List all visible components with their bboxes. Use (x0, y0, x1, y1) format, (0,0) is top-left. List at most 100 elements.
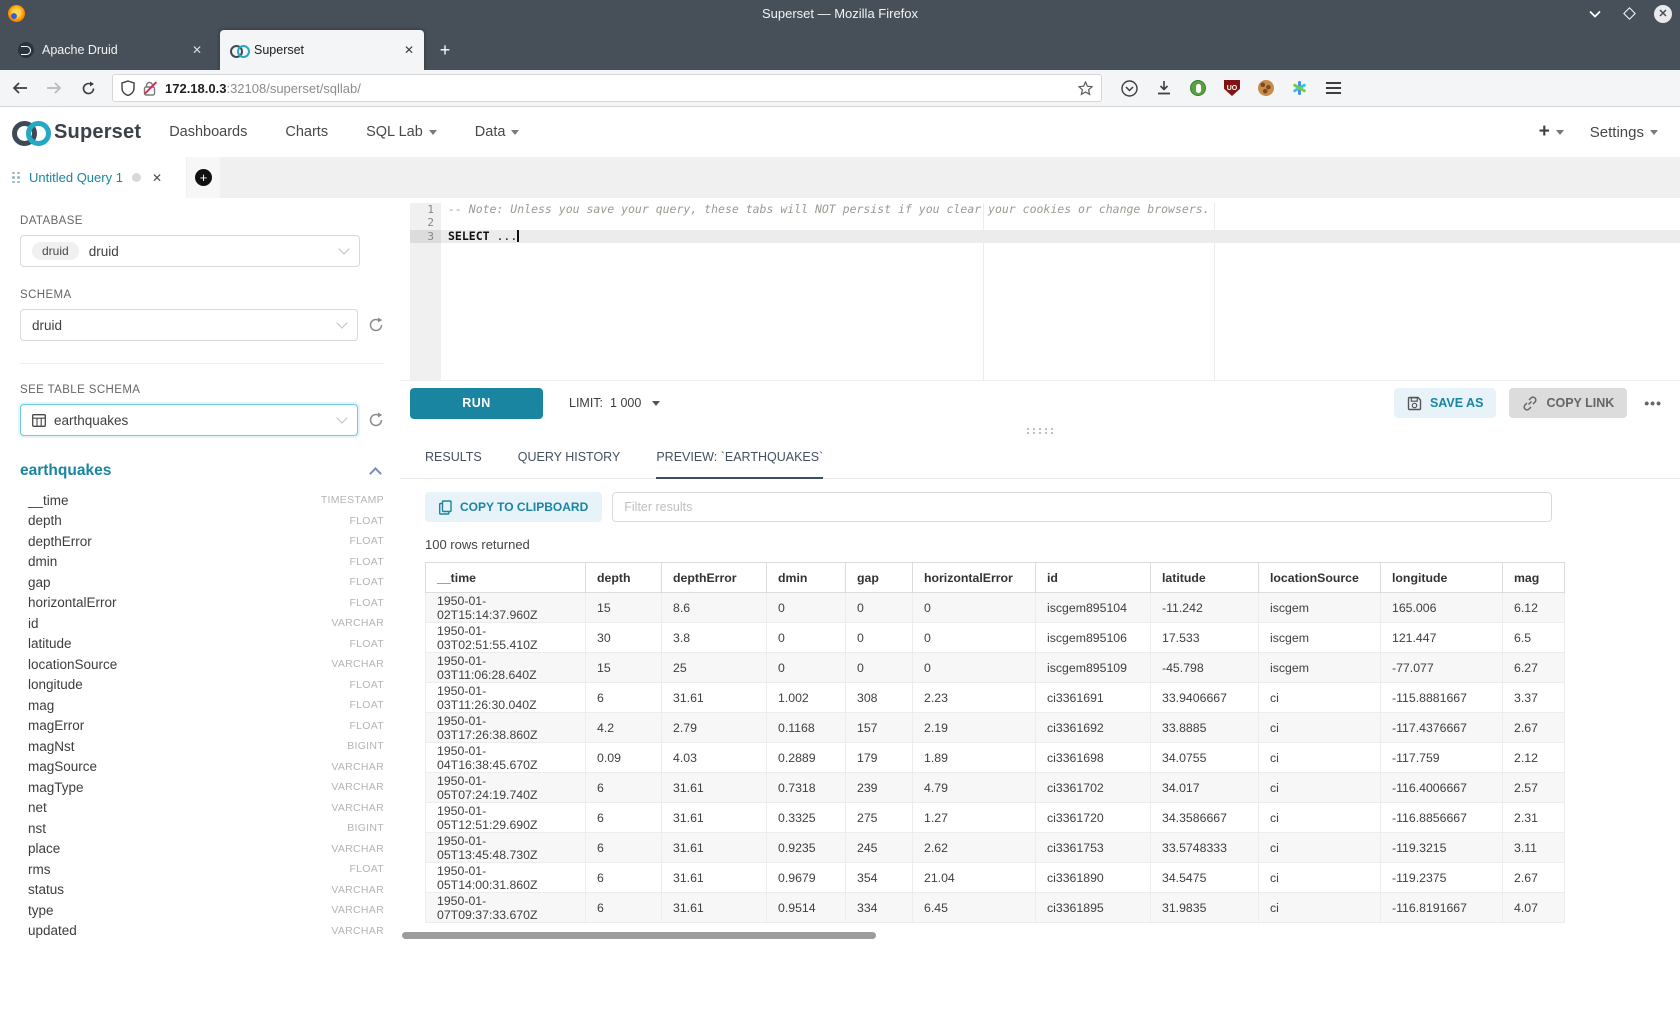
drag-handle-icon[interactable] (12, 172, 20, 184)
schema-column-row[interactable]: magSourceVARCHAR (20, 757, 384, 778)
privacy-badger-icon[interactable] (1190, 80, 1206, 96)
schema-column-row[interactable]: longitudeFLOAT (20, 675, 384, 696)
table-cell: ci (1259, 893, 1381, 923)
tab-close-icon[interactable]: ✕ (152, 171, 162, 185)
insecure-lock-icon[interactable] (143, 81, 157, 96)
column-header[interactable]: horizontalError (913, 563, 1036, 593)
schema-column-row[interactable]: placeVARCHAR (20, 839, 384, 860)
bookmark-star-icon[interactable] (1078, 81, 1093, 96)
column-header[interactable]: dmin (767, 563, 846, 593)
table-cell: -45.798 (1151, 653, 1259, 683)
column-header[interactable]: mag (1503, 563, 1565, 593)
column-header[interactable]: depthError (662, 563, 767, 593)
reload-icon[interactable] (74, 75, 102, 101)
browser-tab-apache-druid[interactable]: Apache Druid✕ (8, 30, 212, 70)
menu-icon[interactable] (1324, 79, 1342, 97)
new-button[interactable]: + (1539, 121, 1564, 143)
new-tab-icon[interactable]: + (430, 35, 460, 65)
schema-column-row[interactable]: netVARCHAR (20, 798, 384, 819)
table-cell: ci (1259, 833, 1381, 863)
nav-item-charts[interactable]: Charts (285, 124, 328, 140)
table-cell: 275 (846, 803, 913, 833)
column-header[interactable]: __time (426, 563, 586, 593)
copy-link-button[interactable]: COPY LINK (1509, 388, 1627, 418)
column-header[interactable]: locationSource (1259, 563, 1381, 593)
scrollbar-thumb[interactable] (402, 932, 876, 939)
table-cell: 2.12 (1503, 743, 1565, 773)
schema-column-row[interactable]: magTypeVARCHAR (20, 777, 384, 798)
nav-item-dashboards[interactable]: Dashboards (169, 124, 247, 140)
refresh-icon[interactable] (368, 412, 384, 428)
table-select[interactable]: earthquakes (20, 404, 358, 436)
download-icon[interactable] (1155, 79, 1173, 97)
table-cell: -116.8856667 (1381, 803, 1503, 833)
schema-column-row[interactable]: __timeTIMESTAMP (20, 490, 384, 511)
filter-results-input[interactable] (612, 492, 1552, 522)
column-header[interactable]: latitude (1151, 563, 1259, 593)
browser-tab-superset[interactable]: Superset✕ (220, 30, 424, 70)
url-bar[interactable]: 172.18.0.3:32108/superset/sqllab/ (112, 74, 1102, 102)
shield-icon[interactable] (121, 80, 135, 96)
column-header[interactable]: depth (586, 563, 662, 593)
tab-close-icon[interactable]: ✕ (404, 43, 414, 57)
collapse-chevron-icon[interactable] (369, 467, 382, 480)
run-button[interactable]: RUN (410, 388, 543, 419)
superset-brand[interactable]: Superset (10, 118, 141, 146)
horizontal-scrollbar[interactable] (400, 932, 1680, 939)
schema-column-row[interactable]: gapFLOAT (20, 572, 384, 593)
column-header[interactable]: longitude (1381, 563, 1503, 593)
schema-column-row[interactable]: rmsFLOAT (20, 859, 384, 880)
url-text: 172.18.0.3:32108/superset/sqllab/ (165, 81, 361, 96)
table-cell: 6.12 (1503, 593, 1565, 623)
editor-content[interactable]: -- Note: Unless you save your query, the… (441, 203, 1680, 380)
refresh-icon[interactable] (368, 317, 384, 333)
schema-column-row[interactable]: statusVARCHAR (20, 880, 384, 901)
save-as-button[interactable]: SAVE AS (1394, 388, 1497, 418)
nav-item-data[interactable]: Data (475, 124, 520, 140)
extension-burst-icon[interactable] (1291, 80, 1307, 96)
column-type: FLOAT (349, 535, 384, 547)
window-minimize-icon[interactable] (1586, 5, 1604, 23)
ublock-icon[interactable]: UO (1223, 79, 1241, 97)
schema-column-row[interactable]: magFLOAT (20, 695, 384, 716)
results-tab-query-history[interactable]: QUERY HISTORY (518, 435, 621, 478)
schema-column-row[interactable]: updatedVARCHAR (20, 921, 384, 942)
schema-column-row[interactable]: nstBIGINT (20, 818, 384, 839)
forward-icon[interactable] (40, 75, 68, 101)
schema-select[interactable]: druid (20, 309, 358, 341)
cookie-icon[interactable] (1258, 80, 1274, 96)
schema-column-row[interactable]: magNstBIGINT (20, 736, 384, 757)
tab-close-icon[interactable]: ✕ (192, 43, 202, 57)
results-tab-preview-earthquakes[interactable]: PREVIEW: `EARTHQUAKES` (656, 435, 823, 478)
column-header[interactable]: gap (846, 563, 913, 593)
back-icon[interactable] (6, 75, 34, 101)
pocket-icon[interactable] (1120, 79, 1138, 97)
database-select[interactable]: druid druid (20, 235, 360, 267)
more-ellipsis-icon[interactable]: ••• (1640, 395, 1666, 411)
copy-to-clipboard-button[interactable]: COPY TO CLIPBOARD (425, 492, 602, 522)
window-maximize-icon[interactable] (1620, 5, 1638, 23)
schema-column-row[interactable]: dminFLOAT (20, 552, 384, 573)
gutter-line-number: 2 (410, 216, 441, 229)
limit-control[interactable]: LIMIT: 1 000 (569, 396, 660, 410)
nav-item-sql-lab[interactable]: SQL Lab (366, 124, 437, 140)
schema-column-row[interactable]: locationSourceVARCHAR (20, 654, 384, 675)
unsaved-indicator (132, 173, 141, 182)
table-cell: ci (1259, 713, 1381, 743)
schema-column-row[interactable]: magErrorFLOAT (20, 716, 384, 737)
schema-column-row[interactable]: depthErrorFLOAT (20, 531, 384, 552)
brand-name: Superset (54, 121, 141, 144)
results-tab-results[interactable]: RESULTS (425, 435, 482, 478)
schema-column-row[interactable]: idVARCHAR (20, 613, 384, 634)
window-close-icon[interactable]: ✕ (1654, 5, 1672, 23)
sql-editor[interactable]: 123 -- Note: Unless you save your query,… (410, 203, 1680, 380)
schema-column-row[interactable]: depthFLOAT (20, 511, 384, 532)
query-tab[interactable]: Untitled Query 1 ✕ (0, 157, 186, 198)
schema-column-row[interactable]: typeVARCHAR (20, 900, 384, 921)
schema-column-row[interactable]: horizontalErrorFLOAT (20, 593, 384, 614)
pane-splitter[interactable] (400, 425, 1680, 435)
schema-column-row[interactable]: latitudeFLOAT (20, 634, 384, 655)
column-header[interactable]: id (1036, 563, 1151, 593)
add-query-tab[interactable]: + (187, 157, 220, 198)
settings-menu[interactable]: Settings (1590, 124, 1658, 141)
